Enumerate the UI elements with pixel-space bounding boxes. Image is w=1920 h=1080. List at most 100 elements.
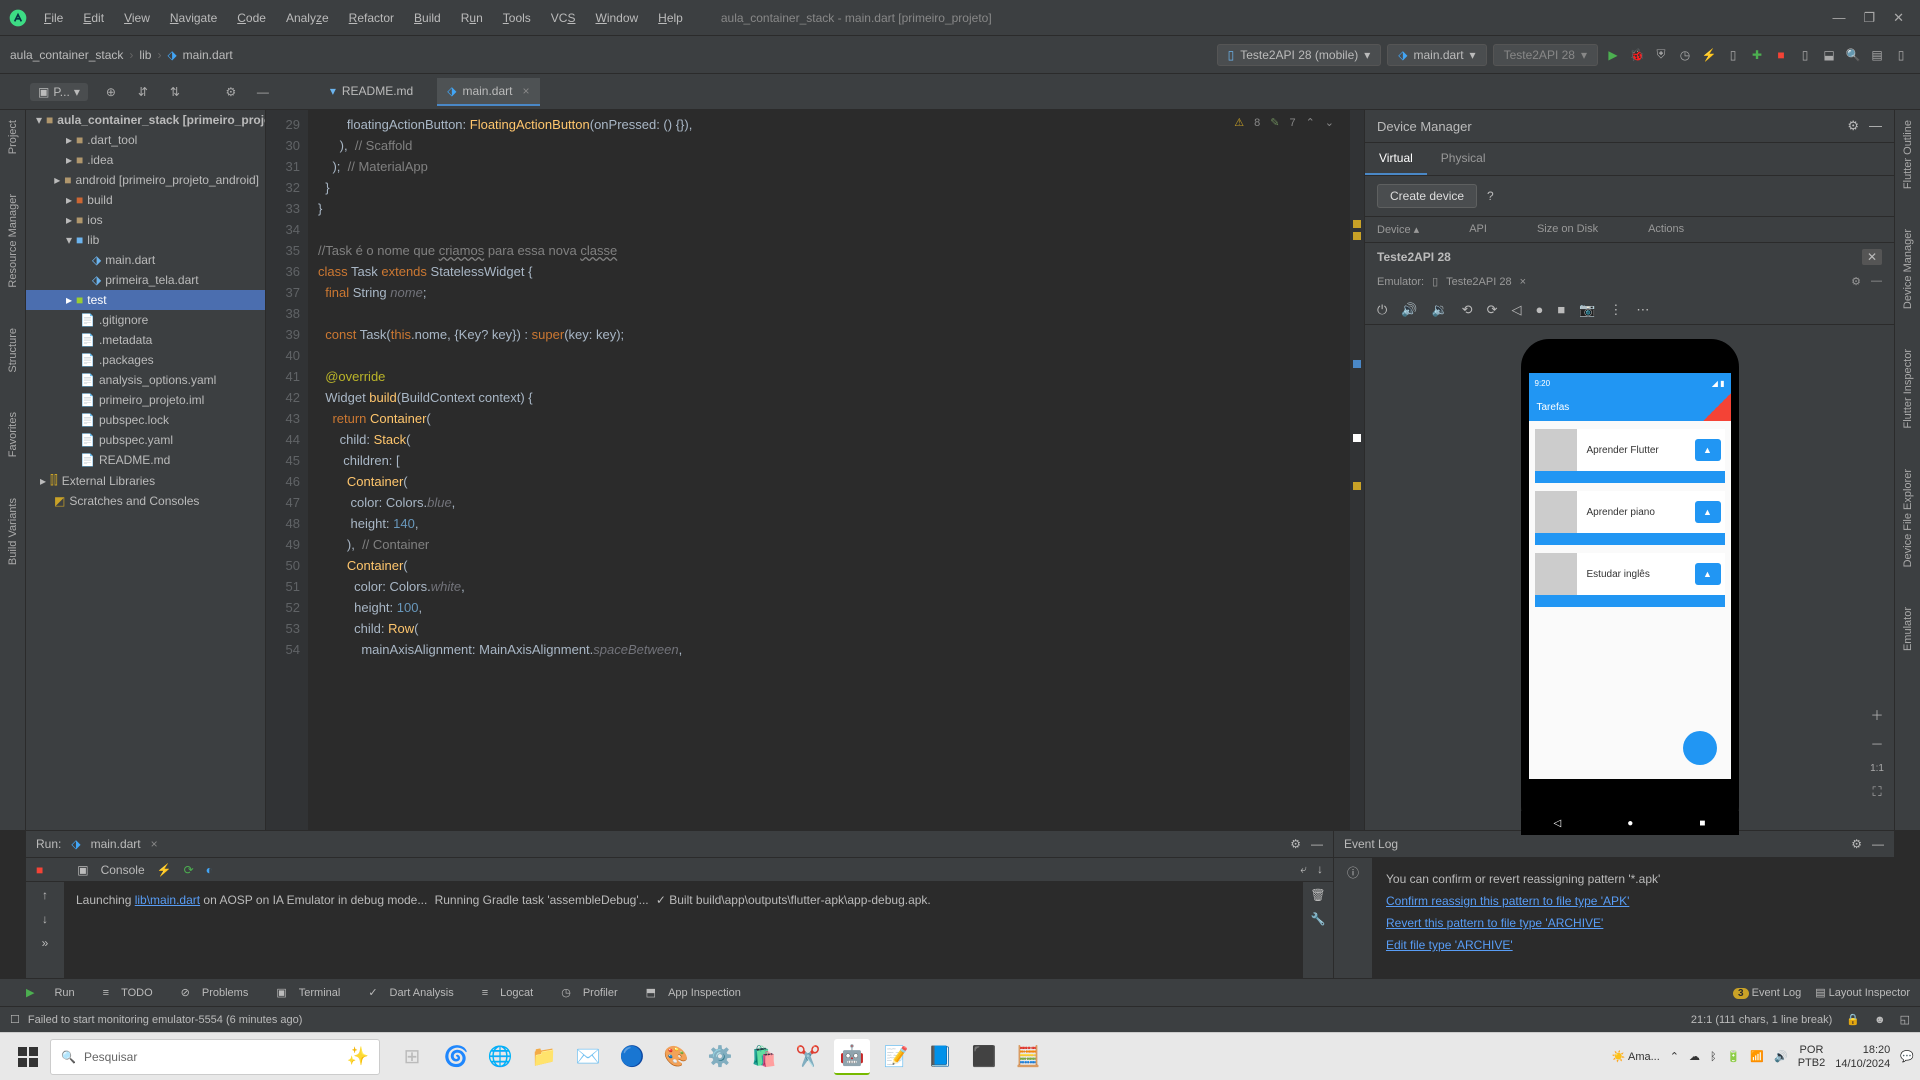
menu-file[interactable]: File — [36, 7, 71, 29]
tree-metadata[interactable]: 📄 .metadata — [26, 330, 265, 350]
menu-tools[interactable]: Tools — [495, 7, 539, 29]
power-icon[interactable]: ⏻ — [1377, 302, 1387, 318]
profile-icon[interactable]: ◷ — [1676, 46, 1694, 64]
tool-favorites[interactable]: Favorites — [7, 412, 19, 457]
tool-project[interactable]: Project — [7, 120, 19, 154]
editor-minimap[interactable] — [1350, 110, 1364, 830]
language-indicator[interactable]: PORPTB2 — [1798, 1044, 1826, 1070]
close-tab-icon[interactable]: × — [151, 837, 158, 851]
btab-todo[interactable]: ≡ TODO — [95, 978, 169, 1007]
hide-icon[interactable]: — — [1872, 837, 1884, 851]
sdk-icon[interactable]: ⬓ — [1820, 46, 1838, 64]
hot-reload-icon[interactable]: ⚡ — [1700, 46, 1718, 64]
task-up-button[interactable]: ▲ — [1695, 501, 1721, 523]
tool-build-variants[interactable]: Build Variants — [7, 498, 19, 565]
nav-back-icon[interactable]: ◁ — [1554, 818, 1562, 829]
menu-refactor[interactable]: Refactor — [341, 7, 402, 29]
btab-logcat[interactable]: ≡ Logcat — [474, 978, 549, 1007]
expand-icon[interactable]: ⇵ — [134, 83, 152, 101]
steam-icon[interactable]: ⚙️ — [702, 1039, 738, 1075]
more-icon[interactable]: ⋮ — [1609, 302, 1622, 318]
settings-icon[interactable]: ▤ — [1868, 46, 1886, 64]
rotate-left-icon[interactable]: ⟲ — [1462, 302, 1473, 318]
tool-flutter-inspector[interactable]: Flutter Inspector — [1902, 349, 1914, 428]
event-link-revert[interactable]: Revert this pattern to file type 'ARCHIV… — [1386, 916, 1603, 930]
editor-content[interactable]: floatingActionButton: FloatingActionButt… — [308, 110, 1350, 830]
run-output[interactable]: Launching lib\main.dart on AOSP on IA Em… — [64, 882, 1303, 978]
home-icon[interactable]: ● — [1535, 302, 1543, 318]
col-actions[interactable]: Actions — [1648, 223, 1684, 236]
device-row[interactable]: Teste2API 28 ✕ — [1365, 243, 1894, 271]
menu-help[interactable]: Help — [650, 7, 691, 29]
btab-profiler[interactable]: ◷ Profiler — [553, 978, 633, 1007]
prev-icon[interactable]: ⌃ — [1306, 116, 1315, 129]
help-icon[interactable]: ? — [1487, 189, 1494, 203]
gear-icon[interactable]: ⚙ — [1851, 275, 1861, 288]
weather-widget[interactable]: ☀️ Ama... — [1612, 1050, 1660, 1063]
task-view-icon[interactable]: ⊞ — [394, 1039, 430, 1075]
run-icon[interactable]: ▶ — [1604, 46, 1622, 64]
copilot-app-icon[interactable]: 🌀 — [438, 1039, 474, 1075]
close-icon[interactable]: ✕ — [1893, 10, 1904, 26]
tab-readme[interactable]: ▾ README.md — [320, 78, 423, 106]
wifi-icon[interactable]: 📶 — [1750, 1050, 1764, 1063]
task-up-button[interactable]: ▲ — [1695, 563, 1721, 585]
tree-readme[interactable]: 📄 README.md — [26, 450, 265, 470]
minimize-icon[interactable]: — — [1832, 10, 1845, 26]
devtools-icon[interactable]: ◐ — [206, 863, 213, 877]
hide-icon[interactable]: — — [1869, 118, 1882, 134]
rotate-right-icon[interactable]: ⟳ — [1487, 302, 1498, 318]
notifications-icon[interactable]: 💬 — [1900, 1050, 1914, 1063]
tab-main-dart[interactable]: ⬗ main.dart × — [437, 78, 539, 106]
tree-analysis[interactable]: 📄 analysis_options.yaml — [26, 370, 265, 390]
lock-icon[interactable]: 🔒 — [1846, 1013, 1860, 1026]
tree-pubspec-yaml[interactable]: 📄 pubspec.yaml — [26, 430, 265, 450]
face-icon[interactable]: ☻ — [1874, 1014, 1886, 1026]
gear-icon[interactable]: ⚙ — [1847, 118, 1859, 134]
tab-physical[interactable]: Physical — [1427, 143, 1500, 175]
run-file-link[interactable]: lib\main.dart — [135, 893, 200, 907]
zoom-in-icon[interactable]: ＋ — [1871, 705, 1884, 724]
tree-scratches[interactable]: ◩ Scratches and Consoles — [26, 491, 265, 511]
event-link-edit[interactable]: Edit file type 'ARCHIVE' — [1386, 938, 1513, 952]
explorer-icon[interactable]: 📁 — [526, 1039, 562, 1075]
tool-device-manager[interactable]: Device Manager — [1902, 229, 1914, 309]
calculator-icon[interactable]: 🧮 — [1010, 1039, 1046, 1075]
close-device-icon[interactable]: ✕ — [1862, 249, 1882, 265]
tool-flutter-outline[interactable]: Flutter Outline — [1902, 120, 1914, 189]
nav-home-icon[interactable]: ● — [1627, 818, 1633, 829]
nav-overview-icon[interactable]: ■ — [1699, 818, 1705, 829]
tree-android[interactable]: ▸ ■ android [primeiro_projeto_android] — [26, 170, 265, 190]
breadcrumb-lib[interactable]: lib — [139, 48, 151, 62]
console-tab[interactable]: Console — [101, 863, 145, 877]
hide-icon[interactable]: — — [1871, 275, 1882, 288]
stop-icon[interactable]: ■ — [1772, 46, 1790, 64]
tree-test[interactable]: ▸ ■ test — [26, 290, 265, 310]
menu-view[interactable]: View — [116, 7, 158, 29]
target-icon[interactable]: ⊕ — [102, 83, 120, 101]
hot-restart-icon[interactable]: ⟳ — [184, 863, 194, 877]
mail-icon[interactable]: ✉️ — [570, 1039, 606, 1075]
volume-up-icon[interactable]: 🔊 — [1401, 302, 1417, 318]
tab-virtual[interactable]: Virtual — [1365, 143, 1427, 175]
event-link-confirm[interactable]: Confirm reassign this pattern to file ty… — [1386, 894, 1629, 908]
btab-problems[interactable]: ⊘ Problems — [173, 978, 265, 1007]
search-icon[interactable]: 🔍 — [1844, 46, 1862, 64]
tree-dart-tool[interactable]: ▸ ■ .dart_tool — [26, 130, 265, 150]
btab-inspection[interactable]: ⬒ App Inspection — [638, 978, 757, 1007]
menu-vcs[interactable]: VCS — [543, 7, 584, 29]
tree-main-dart[interactable]: ⬗ main.dart — [26, 250, 265, 270]
stop-icon[interactable]: ■ — [36, 863, 43, 877]
project-view-selector[interactable]: ▣ P... ▾ — [30, 83, 88, 101]
run-config-selector[interactable]: ⬗ main.dart ▾ — [1387, 44, 1486, 66]
trash-icon[interactable]: 🗑 — [1310, 888, 1325, 902]
tool-emulator[interactable]: Emulator — [1902, 607, 1914, 651]
menu-icon[interactable]: ⋯ — [1636, 302, 1649, 318]
breadcrumb-root[interactable]: aula_container_stack — [10, 48, 123, 62]
flutter-attach-icon[interactable]: ✚ — [1748, 46, 1766, 64]
code-editor[interactable]: 2930313233343536373839404142434445464748… — [266, 110, 1364, 830]
gear-icon[interactable]: ⚙ — [1851, 837, 1862, 851]
tree-ext-lib[interactable]: ▸ ⫿⫿ External Libraries — [26, 470, 265, 491]
edge-icon[interactable]: 🌐 — [482, 1039, 518, 1075]
breadcrumb-file[interactable]: main.dart — [183, 48, 233, 62]
